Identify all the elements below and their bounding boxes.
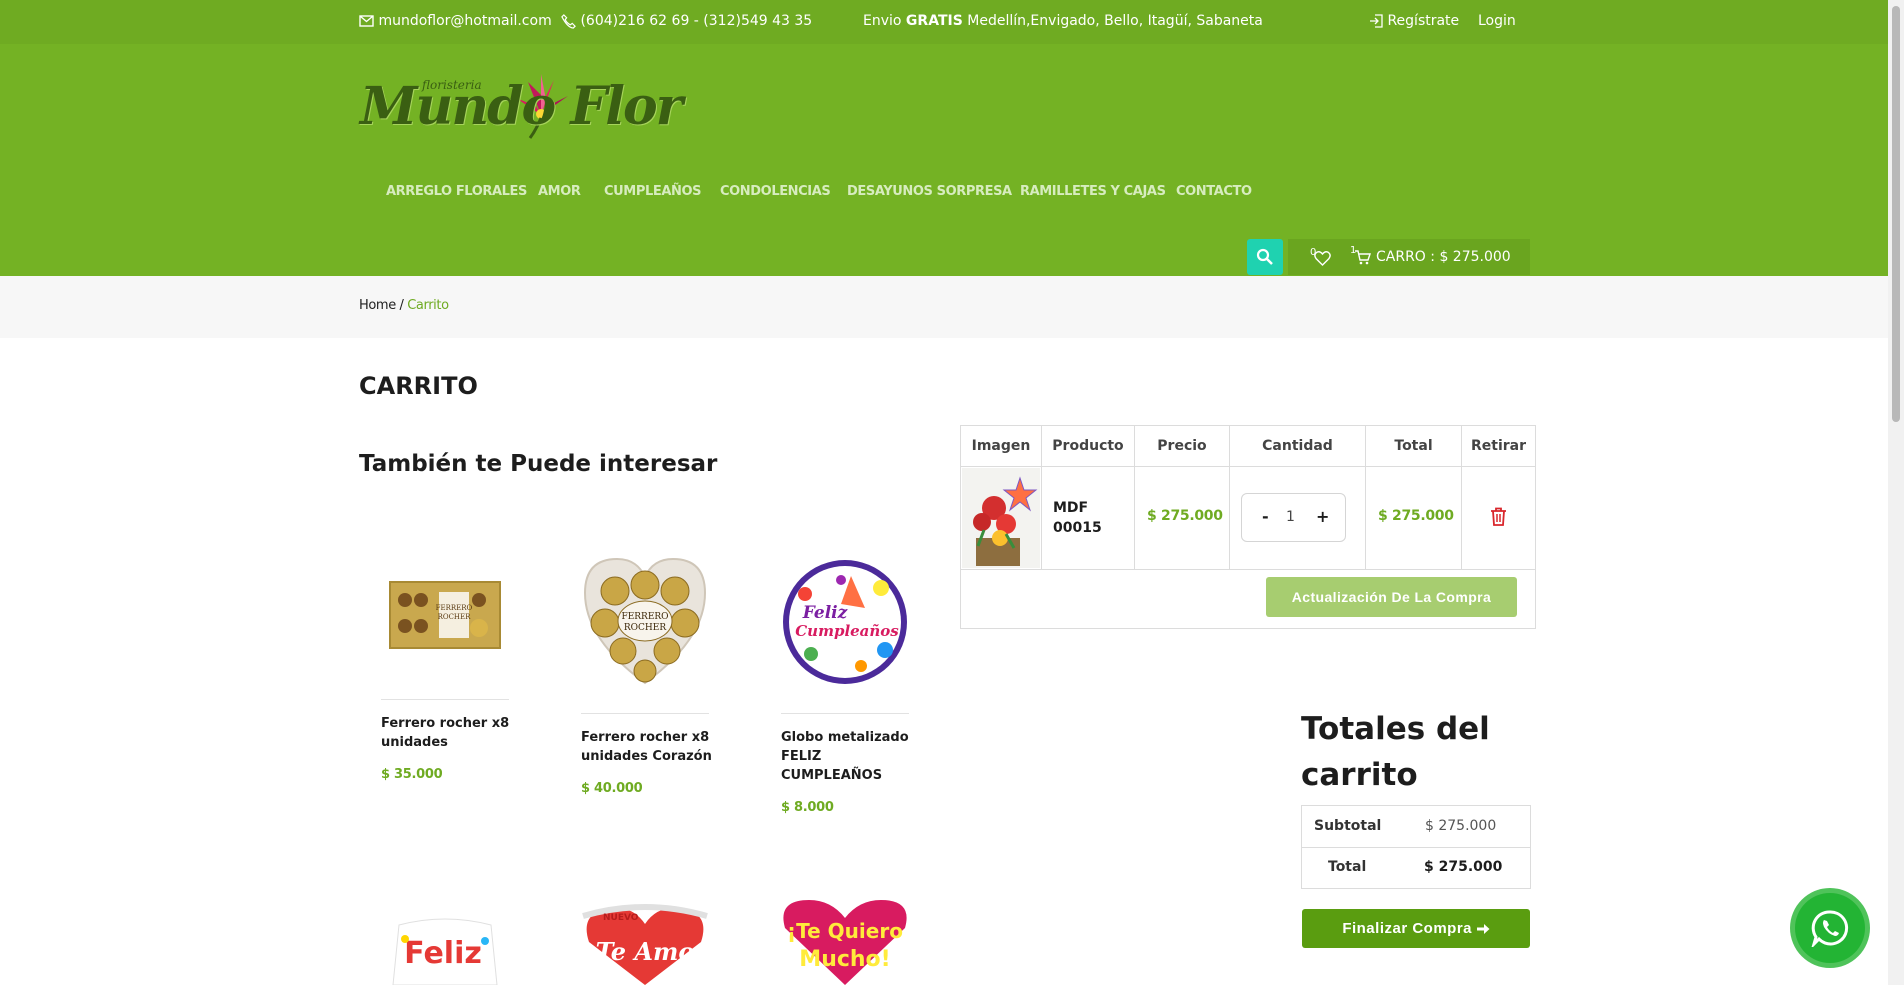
- balloon-text-mucho: Mucho!: [799, 947, 890, 972]
- register-text: Regístrate: [1387, 13, 1460, 29]
- quantity-increase-button[interactable]: +: [1316, 507, 1329, 526]
- cart-item-remove-cell: [1462, 467, 1535, 570]
- divider: [581, 713, 709, 714]
- header: [0, 44, 1888, 276]
- whatsapp-circle: [1795, 893, 1865, 963]
- breadcrumb: Home / Carrito: [0, 276, 1888, 338]
- product-name[interactable]: Ferrero rocher x8 unidades: [381, 714, 521, 752]
- cart-item-product[interactable]: MDF 00015: [1053, 498, 1123, 538]
- product-name[interactable]: Ferrero rocher x8 unidades Corazón: [581, 728, 721, 766]
- checkout-button[interactable]: Finalizar Compra: [1302, 909, 1530, 948]
- cart-item-price-cell: $ 275.000: [1135, 467, 1230, 570]
- balloon-text-nuevo: NUEVO: [603, 913, 639, 923]
- col-header-total: Total: [1366, 426, 1462, 467]
- quantity-decrease-button[interactable]: -: [1262, 507, 1269, 526]
- scrollbar-thumb[interactable]: [1892, 6, 1900, 422]
- heart-icon[interactable]: [1314, 251, 1331, 266]
- product-image[interactable]: ¡Te Quiero Mucho!: [781, 898, 909, 985]
- product-image[interactable]: FERRERO ROCHER: [581, 553, 709, 691]
- product-image[interactable]: NUEVO Te Amo: [581, 902, 709, 985]
- header-cart-area: 0 1 CARRO : $ 275.000: [1288, 239, 1530, 275]
- balloon-text-feliz: Feliz: [404, 936, 482, 971]
- search-button[interactable]: [1247, 239, 1283, 275]
- col-header-cantidad: Cantidad: [1230, 426, 1366, 467]
- total-label: Total: [1328, 859, 1367, 875]
- page-title: CARRITO: [359, 372, 478, 400]
- mail-icon: [359, 15, 374, 27]
- total-value: $ 275.000: [1424, 859, 1503, 875]
- update-cart-button[interactable]: Actualización De La Compra: [1266, 577, 1517, 617]
- breadcrumb-home[interactable]: Home: [359, 298, 396, 313]
- email-text: mundoflor@hotmail.com: [378, 13, 552, 29]
- ferrero-logo-line1: FERRERO: [436, 604, 473, 612]
- divider: [781, 713, 909, 714]
- top-bar: mundoflor@hotmail.com (604)216 62 69 - (…: [0, 0, 1888, 44]
- balloon-text-quiero: ¡Te Quiero: [787, 919, 903, 943]
- ferrero-logo-line2: ROCHER: [624, 623, 666, 633]
- breadcrumb-separator: /: [395, 298, 408, 313]
- login-link[interactable]: Login: [1478, 13, 1516, 29]
- register-link[interactable]: Regístrate: [1369, 13, 1459, 29]
- cart-totals-table: Subtotal $ 275.000 Total $ 275.000: [1301, 805, 1531, 889]
- cart-totals-title: Totales del carrito: [1301, 711, 1490, 793]
- product-image[interactable]: FERRERO ROCHER: [381, 574, 509, 658]
- trash-icon[interactable]: [1490, 507, 1507, 526]
- login-arrow-icon: [1370, 14, 1383, 28]
- nav-arreglo-florales[interactable]: ARREGLO FLORALES: [386, 184, 527, 199]
- divider: [1302, 847, 1530, 848]
- shipping-prefix: Envio: [863, 13, 902, 29]
- nav-amor[interactable]: AMOR: [538, 184, 581, 199]
- contact-phone[interactable]: (604)216 62 69 - (312)549 43 35: [561, 13, 812, 29]
- logo-text: Mundo Flor: [360, 76, 683, 137]
- nav-contacto[interactable]: CONTACTO: [1176, 184, 1252, 199]
- shipping-free: GRATIS: [905, 13, 963, 29]
- whatsapp-button[interactable]: [1790, 888, 1870, 968]
- phone-icon: [561, 13, 576, 29]
- related-title: También te Puede interesar: [359, 451, 718, 477]
- cart-item-price: $ 275.000: [1147, 508, 1223, 524]
- shipping-cities: Medellín,Envigado, Bello, Itagüí, Sabane…: [967, 13, 1263, 29]
- cart-icon[interactable]: [1354, 250, 1371, 265]
- nav-condolencias[interactable]: CONDOLENCIAS: [720, 184, 831, 199]
- subtotal-label: Subtotal: [1314, 818, 1382, 834]
- search-icon: [1256, 248, 1273, 265]
- balloon-text-teamo: Te Amo: [596, 937, 695, 966]
- ferrero-logo-line1: FERRERO: [621, 612, 668, 622]
- cart-item-total: $ 275.000: [1378, 508, 1454, 524]
- col-header-retirar: Retirar: [1462, 426, 1535, 467]
- whatsapp-icon: [1811, 910, 1849, 947]
- nav-desayunos-sorpresa[interactable]: DESAYUNOS SORPRESA: [847, 184, 1012, 199]
- col-header-precio: Precio: [1135, 426, 1230, 467]
- quantity-input[interactable]: 1: [1286, 509, 1295, 525]
- site-logo[interactable]: floristeria Mundo Flor: [358, 68, 683, 156]
- contact-email[interactable]: mundoflor@hotmail.com: [359, 13, 552, 29]
- product-price: $ 35.000: [381, 767, 443, 782]
- ferrero-logo-line2: ROCHER: [438, 613, 472, 621]
- col-header-producto: Producto: [1042, 426, 1135, 467]
- col-header-imagen: Imagen: [961, 426, 1042, 467]
- divider: [381, 699, 509, 700]
- cart-item-product-cell: MDF 00015: [1042, 467, 1135, 570]
- nav-cumpleanos[interactable]: CUMPLEAÑOS: [604, 184, 701, 199]
- phone-text: (604)216 62 69 - (312)549 43 35: [580, 13, 813, 29]
- product-name[interactable]: Globo metalizado FELIZ CUMPLEAÑOS: [781, 728, 921, 785]
- breadcrumb-current: Carrito: [407, 298, 449, 313]
- shipping-notice: Envio GRATIS Medellín,Envigado, Bello, I…: [863, 13, 1263, 29]
- quantity-stepper: - 1 +: [1241, 493, 1346, 542]
- product-image[interactable]: Feliz: [381, 915, 509, 985]
- product-price: $ 8.000: [781, 800, 834, 815]
- balloon-text-feliz: Feliz: [802, 603, 848, 623]
- product-image[interactable]: Feliz Cumpleaños: [781, 558, 909, 686]
- cart-item-image[interactable]: [962, 468, 1040, 568]
- nav-ramilletes-y-cajas[interactable]: RAMILLETES Y CAJAS: [1020, 184, 1166, 199]
- cart-item-total-cell: $ 275.000: [1366, 467, 1462, 570]
- cart-total-label[interactable]: CARRO : $ 275.000: [1376, 249, 1511, 265]
- cart-item-image-cell: [961, 467, 1042, 570]
- subtotal-value: $ 275.000: [1425, 818, 1497, 834]
- arrow-right-icon: [1476, 924, 1490, 935]
- balloon-text-cumple: Cumpleaños: [795, 622, 899, 640]
- checkout-label: Finalizar Compra: [1342, 920, 1473, 937]
- product-price: $ 40.000: [581, 781, 643, 796]
